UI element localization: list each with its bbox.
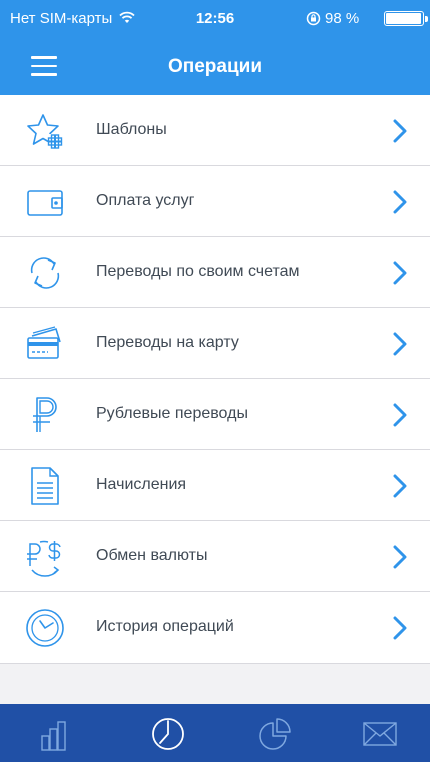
list-item-templates[interactable]: Шаблоны xyxy=(0,95,430,166)
operations-list: Шаблоны Оплата услуг Переводы по своим с… xyxy=(0,95,430,664)
chevron-right-icon xyxy=(393,332,407,356)
chevron-right-icon xyxy=(393,119,407,143)
row-label: Начисления xyxy=(96,476,187,493)
clock-time: 12:56 xyxy=(195,10,235,27)
row-label: Шаблоны xyxy=(96,121,167,138)
battery-icon xyxy=(384,11,428,26)
list-item-own-transfers[interactable]: Переводы по своим счетам xyxy=(0,237,430,308)
ruble-icon xyxy=(33,397,57,432)
battery-fill xyxy=(386,13,422,24)
exchange-arrows-icon xyxy=(30,257,60,289)
chevron-right-icon xyxy=(393,403,407,427)
pie-chart-icon[interactable] xyxy=(257,716,293,752)
row-label: Оплата услуг xyxy=(96,192,195,209)
battery-percent: 98 % xyxy=(325,10,360,27)
row-label: Переводы на карту xyxy=(96,334,239,351)
tab-clock-icon[interactable] xyxy=(150,716,186,752)
app-header: Нет SIM-карты 12:56 98 % Операции xyxy=(0,0,430,95)
status-bar: Нет SIM-карты 12:56 98 % xyxy=(0,0,430,36)
cards-icon xyxy=(27,326,61,359)
row-label: Обмен валюты xyxy=(96,547,208,564)
row-label: Переводы по своим счетам xyxy=(96,263,300,280)
page-title: Операции xyxy=(167,56,263,77)
chevron-right-icon xyxy=(393,545,407,569)
chevron-right-icon xyxy=(393,616,407,640)
list-item-ruble-transfers[interactable]: Рублевые переводы xyxy=(0,379,430,450)
currency-exchange-icon xyxy=(27,540,61,577)
mail-icon[interactable] xyxy=(362,716,398,752)
bar-chart-icon[interactable] xyxy=(39,716,75,752)
list-item-currency-exchange[interactable]: Обмен валюты xyxy=(0,521,430,592)
clock-icon xyxy=(26,609,64,647)
document-icon xyxy=(31,467,59,505)
row-label: История операций xyxy=(96,618,234,635)
list-item-card-transfers[interactable]: Переводы на карту xyxy=(0,308,430,379)
tab-bar xyxy=(0,704,430,762)
list-item-accruals[interactable]: Начисления xyxy=(0,450,430,521)
wallet-icon xyxy=(27,190,63,216)
chevron-right-icon xyxy=(393,474,407,498)
chevron-right-icon xyxy=(393,261,407,285)
row-label: Рублевые переводы xyxy=(96,405,248,422)
star-plus-icon xyxy=(27,114,63,149)
list-item-payments[interactable]: Оплата услуг xyxy=(0,166,430,237)
chevron-right-icon xyxy=(393,190,407,214)
list-item-history[interactable]: История операций xyxy=(0,592,430,664)
orientation-lock-icon xyxy=(306,11,321,26)
